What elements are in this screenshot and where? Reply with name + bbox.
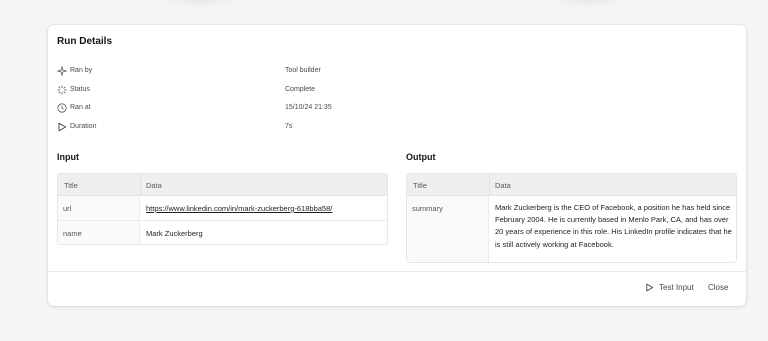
input-table: Title Data url https://www.linkedin.com/… [57,173,388,245]
meta-value: Complete [285,86,315,93]
row-title: url [63,204,72,213]
meta-row-status: Status Complete [57,84,657,96]
column-divider [489,174,490,196]
row-title-cell: url [58,196,140,220]
column-header-title: Title [64,181,78,190]
output-table-header: Title Data [407,174,736,196]
meta-value: 15/10/24 21:35 [285,104,332,111]
column-header-title: Title [413,181,427,190]
test-input-label: Test Input [659,283,694,292]
row-title-cell: summary [407,196,489,262]
meta-row-duration: Duration 7s [57,121,657,133]
meta-label: Duration [70,123,97,130]
meta-row-ran-by: Ran by Tool builder [57,65,657,77]
play-icon [58,122,67,132]
meta-label: Status [70,86,90,93]
close-label: Close [708,283,729,292]
column-divider [140,174,141,196]
background-shape-right [560,0,620,2]
meta-label: Ran at [70,104,91,111]
table-row: name Mark Zuckerberg [58,221,387,244]
summary-text: Mark Zuckerberg is the CEO of Facebook, … [495,203,732,249]
meta-value: Tool builder [285,67,321,74]
column-header-data: Data [146,181,162,190]
loader-icon [57,85,67,95]
modal-title: Run Details [57,36,113,47]
row-title-cell: name [58,221,140,244]
output-heading: Output [406,152,436,162]
row-title: name [63,229,82,238]
close-button[interactable]: Close [708,283,728,292]
meta-row-ran-at: Ran at 15/10/24 21:35 [57,102,657,114]
linkedin-url-link[interactable]: https://www.linkedin.com/in/mark-zuckerb… [146,204,332,213]
clock-icon [57,103,67,113]
meta-value: 7s [285,123,293,130]
sparkle-icon [57,66,67,76]
table-row: summary Mark Zuckerberg is the CEO of Fa… [407,196,736,262]
row-data: Mark Zuckerberg [146,229,203,238]
input-heading: Input [57,152,79,162]
footer-divider [48,271,746,272]
input-table-header: Title Data [58,174,387,196]
output-table: Title Data summary Mark Zuckerberg is th… [406,173,737,263]
table-row: url https://www.linkedin.com/in/mark-zuc… [58,196,387,221]
play-icon [646,283,654,292]
column-header-data: Data [495,181,511,190]
background-shape-left [170,0,230,2]
test-input-button[interactable]: Test Input [645,283,694,292]
meta-label: Ran by [70,67,93,74]
run-details-modal: Run Details Ran by Tool builder Status C… [48,25,746,306]
row-title: summary [412,204,443,213]
